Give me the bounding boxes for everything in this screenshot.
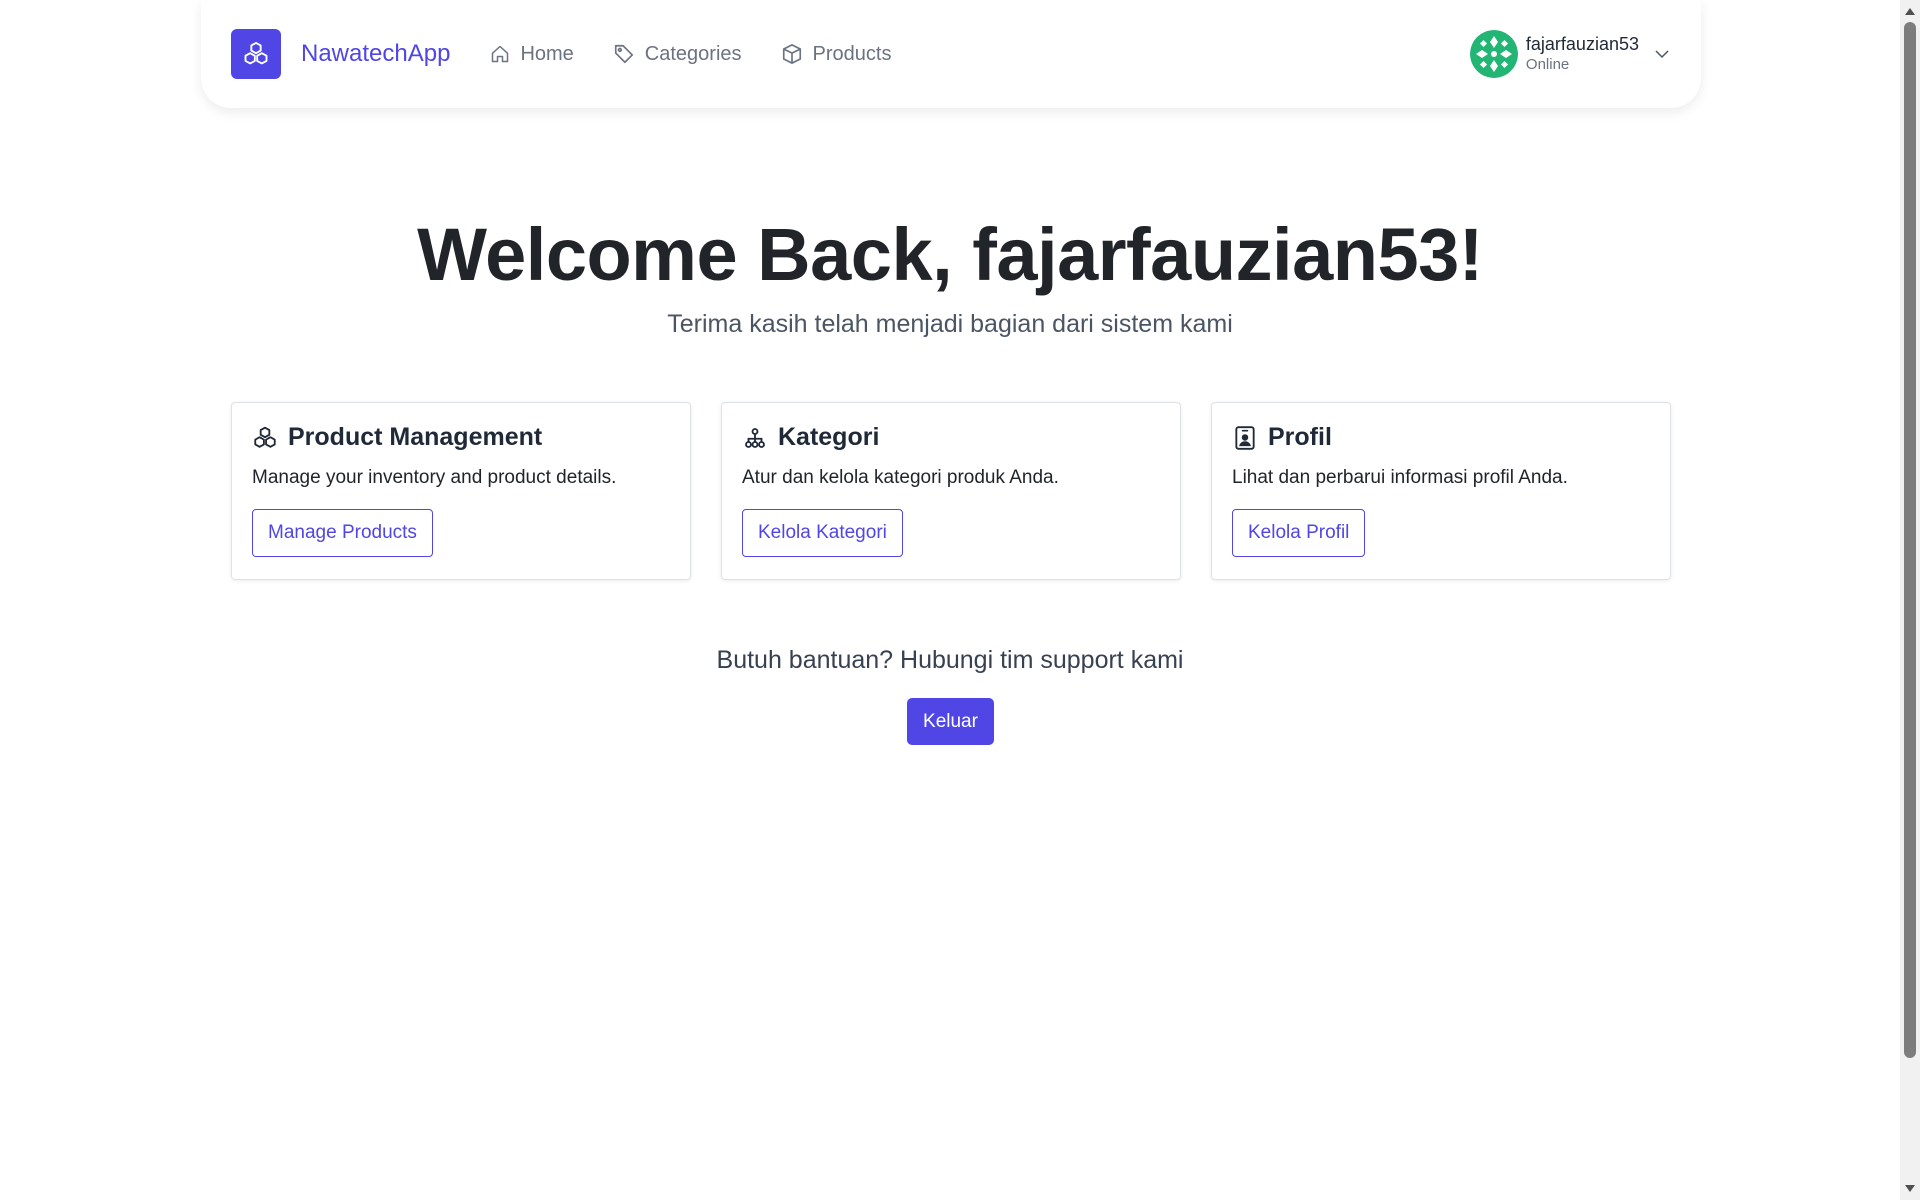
user-menu[interactable]: fajarfauzian53 Online bbox=[1469, 30, 1671, 78]
person-badge-icon bbox=[1235, 425, 1255, 450]
brand-name: NawatechApp bbox=[301, 40, 451, 67]
page: NawatechApp Home Categories Products faj… bbox=[0, 0, 1900, 1200]
navbar: NawatechApp Home Categories Products faj… bbox=[201, 0, 1701, 108]
card-title: Kategori bbox=[742, 423, 1160, 452]
logout-button[interactable]: Keluar bbox=[907, 698, 994, 745]
user-name: fajarfauzian53 bbox=[1525, 34, 1639, 55]
nav-link-label: Categories bbox=[644, 42, 742, 65]
avatar bbox=[1469, 30, 1518, 78]
card-text: Lihat dan perbarui informasi profil Anda… bbox=[1232, 467, 1568, 488]
hierarchy-icon bbox=[745, 427, 765, 448]
scrollbar-thumb[interactable] bbox=[1904, 22, 1916, 1058]
page-title: Welcome Back, fajarfauzian53! bbox=[417, 213, 1483, 296]
boxes-icon bbox=[254, 426, 276, 448]
brand-logo-icon bbox=[231, 29, 281, 79]
nav-links: Home Categories Products bbox=[490, 43, 930, 66]
kelola-kategori-button[interactable]: Kelola Kategori bbox=[742, 509, 903, 557]
card-profil: Profil Lihat dan perbarui informasi prof… bbox=[1211, 402, 1671, 580]
card-kategori: Kategori Atur dan kelola kategori produk… bbox=[721, 402, 1181, 580]
nav-link-label: Products bbox=[812, 42, 892, 65]
scroll-up-arrow-icon[interactable] bbox=[1905, 8, 1915, 15]
kelola-profil-button[interactable]: Kelola Profil bbox=[1232, 509, 1366, 557]
nav-link-products[interactable]: Products bbox=[781, 42, 892, 66]
nav-link-label: Home bbox=[520, 42, 574, 65]
manage-products-button[interactable]: Manage Products bbox=[252, 509, 433, 557]
nav-link-categories[interactable]: Categories bbox=[613, 43, 742, 66]
card-title: Product Management bbox=[252, 423, 670, 452]
card-text: Manage your inventory and product detail… bbox=[252, 467, 617, 488]
home-icon bbox=[492, 45, 509, 63]
chevron-down-icon bbox=[1655, 50, 1669, 59]
card-title: Profil bbox=[1232, 423, 1650, 452]
user-info: fajarfauzian53 Online bbox=[1526, 34, 1639, 74]
card-product-management: Product Management Manage your inventory… bbox=[231, 402, 691, 580]
help-text: Butuh bantuan? Hubungi tim support kami bbox=[716, 646, 1184, 674]
card-title-text: Profil bbox=[1268, 423, 1332, 451]
card-text: Atur dan kelola kategori produk Anda. bbox=[742, 467, 1059, 488]
page-subtitle: Terima kasih telah menjadi bagian dari s… bbox=[667, 310, 1233, 338]
box-icon bbox=[782, 44, 801, 64]
scroll-down-arrow-icon[interactable] bbox=[1905, 1185, 1915, 1192]
tag-icon bbox=[614, 44, 633, 64]
nav-link-home[interactable]: Home bbox=[490, 42, 574, 66]
brand-link[interactable]: NawatechApp bbox=[231, 29, 450, 79]
card-title-text: Product Management bbox=[288, 423, 543, 451]
scrollbar[interactable] bbox=[1900, 0, 1920, 1200]
card-title-text: Kategori bbox=[778, 423, 880, 451]
user-status: Online bbox=[1525, 55, 1570, 73]
cards: Product Management Manage your inventory… bbox=[231, 402, 1671, 580]
